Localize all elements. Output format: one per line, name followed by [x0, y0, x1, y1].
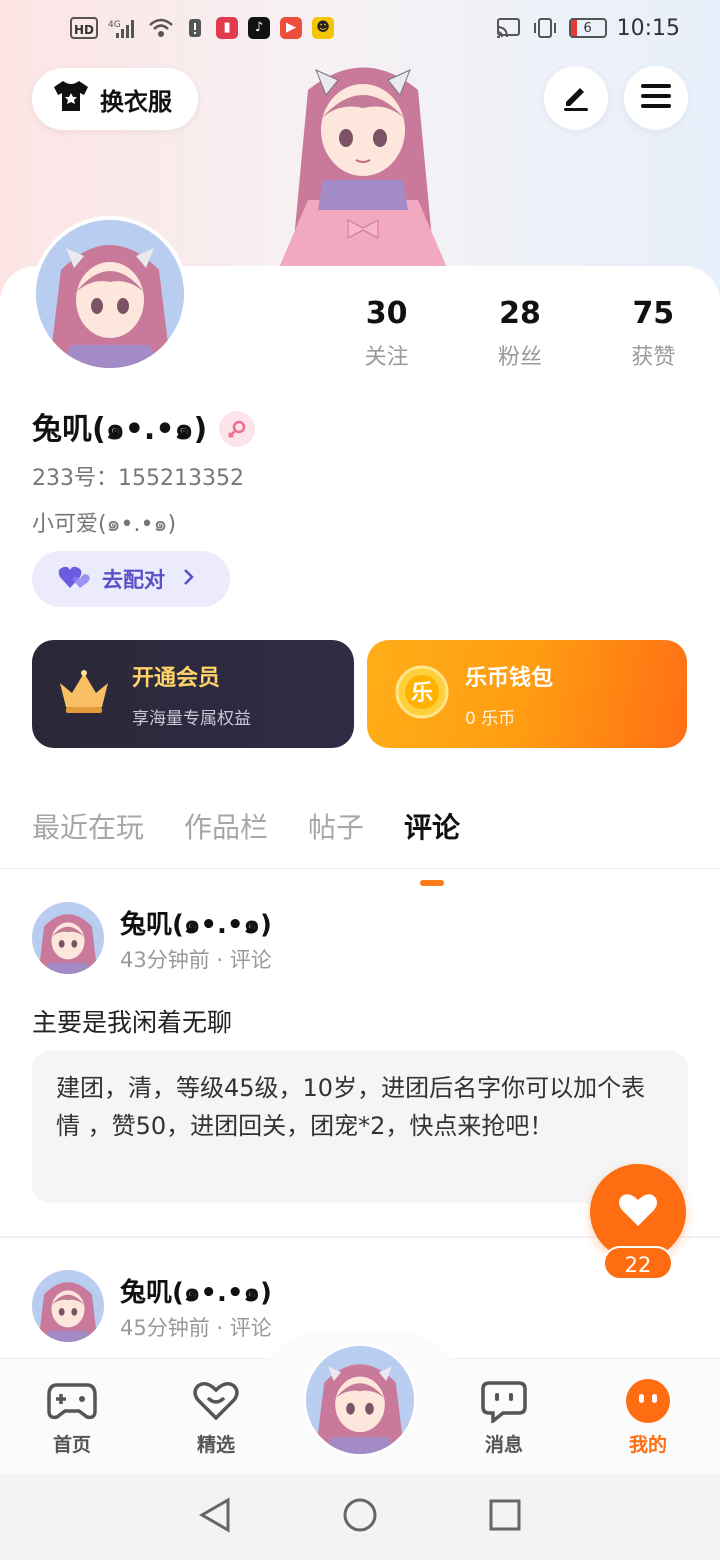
wallet-title: 乐币钱包 — [465, 665, 554, 691]
profile-tabs: 最近在玩 作品栏 帖子 评论 — [32, 806, 460, 846]
post-text: 主要是我闲着无聊 — [32, 1008, 233, 1037]
nav-label: 我的 — [628, 1434, 667, 1456]
nav-profile[interactable]: 我的 — [598, 1378, 698, 1457]
female-gender-icon — [219, 410, 256, 447]
avatar[interactable] — [32, 902, 104, 974]
heart-icon — [618, 1192, 658, 1232]
stat-label: 获赞 — [631, 345, 676, 370]
stat-value: 30 — [365, 296, 408, 331]
video-app-icon: ▶ — [280, 17, 303, 39]
chevron-right-icon — [183, 567, 195, 591]
match-button-label: 去配对 — [102, 568, 165, 592]
nav-messages[interactable]: 消息 — [454, 1378, 554, 1457]
tiktok-app-icon: ♪ — [248, 17, 271, 39]
user-id: 233号：155213352 — [32, 466, 244, 491]
nav-home[interactable]: 首页 — [22, 1378, 122, 1457]
cast-icon — [495, 17, 521, 39]
pencil-icon — [560, 80, 592, 116]
stat-likes[interactable]: 75 获赞 — [587, 296, 720, 371]
profile-icon — [623, 1378, 673, 1424]
crown-icon — [56, 669, 112, 719]
status-bar: HD 4G ▮ ♪ ▶ ☻ 6 10:15 — [0, 0, 720, 56]
stat-followers[interactable]: 28 粉丝 — [453, 296, 586, 371]
coin-icon: 乐 — [395, 665, 449, 723]
back-icon[interactable] — [198, 1497, 232, 1537]
gamepad-icon — [47, 1378, 97, 1424]
user-bio: 小可爱(๑•.•๑) — [32, 512, 177, 537]
tab-works[interactable]: 作品栏 — [184, 806, 268, 846]
tab-recent-play[interactable]: 最近在玩 — [32, 806, 144, 846]
username: 兔叽(๑•.•๑) — [32, 412, 208, 447]
tshirt-icon — [52, 79, 90, 119]
edit-profile-button[interactable] — [544, 66, 608, 130]
double-heart-icon — [58, 564, 92, 595]
battery-indicator: 6 — [568, 18, 607, 38]
vip-membership-card[interactable]: 开通会员 享海量专属权益 — [32, 640, 354, 748]
stat-label: 粉丝 — [497, 345, 542, 370]
hd-icon: HD — [70, 17, 99, 39]
quoted-post[interactable]: 建团，清，等级45级，10岁，进团后名字你可以加个表情 ，赞50，进团回关，团宠… — [32, 1051, 688, 1203]
heart-outline-icon — [191, 1378, 241, 1424]
tab-posts[interactable]: 帖子 — [308, 806, 364, 846]
nav-label: 消息 — [484, 1434, 523, 1456]
change-outfit-label: 换衣服 — [100, 87, 172, 116]
avatar[interactable] — [32, 216, 188, 372]
wifi-icon — [148, 17, 174, 39]
vip-title: 开通会员 — [132, 665, 221, 691]
tab-comments[interactable]: 评论 — [404, 806, 460, 846]
svg-text:4G: 4G — [108, 20, 121, 30]
game-app-icon: ☻ — [312, 17, 335, 39]
stat-value: 28 — [499, 296, 541, 331]
hamburger-icon — [640, 82, 672, 114]
match-button[interactable]: 去配对 — [32, 551, 230, 607]
home-icon[interactable] — [342, 1497, 378, 1537]
stat-label: 关注 — [364, 345, 409, 370]
divider — [0, 868, 720, 869]
nav-featured[interactable]: 精选 — [166, 1378, 266, 1457]
menu-button[interactable] — [624, 66, 688, 130]
stat-following[interactable]: 30 关注 — [320, 296, 453, 371]
nav-avatar-center[interactable] — [303, 1343, 417, 1457]
recent-apps-icon[interactable] — [488, 1498, 522, 1536]
profile-stats: 30 关注 28 粉丝 75 获赞 — [320, 296, 720, 371]
change-outfit-button[interactable]: 换衣服 — [32, 68, 198, 130]
nav-label: 首页 — [52, 1434, 91, 1456]
like-count: 22 — [603, 1246, 673, 1280]
avatar[interactable] — [32, 1270, 104, 1342]
username-row: 兔叽(๑•.•๑) — [32, 404, 256, 453]
post-meta: 43分钟前 · 评论 — [120, 948, 272, 972]
stat-value: 75 — [632, 296, 675, 331]
network-4g-icon: 4G — [108, 17, 138, 39]
post-author: 兔叽(๑•.•๑) — [120, 910, 272, 940]
coin-wallet-card[interactable]: 乐 乐币钱包 0 乐币 — [367, 640, 687, 748]
nav-label: 精选 — [196, 1434, 235, 1456]
vip-subtitle: 享海量专属权益 — [132, 708, 251, 729]
system-navigation-bar — [0, 1474, 720, 1560]
character-avatar-3d[interactable] — [268, 50, 458, 270]
book-app-icon: ▮ — [216, 17, 239, 39]
svg-text:乐: 乐 — [411, 681, 433, 706]
wallet-balance: 0 乐币 — [465, 708, 516, 729]
vibrate-icon — [531, 17, 559, 39]
alert-icon — [184, 17, 206, 39]
clock: 10:15 — [616, 15, 680, 41]
chat-icon — [479, 1378, 529, 1424]
post-author: 兔叽(๑•.•๑) — [120, 1278, 272, 1308]
post-meta: 45分钟前 · 评论 — [120, 1316, 272, 1340]
